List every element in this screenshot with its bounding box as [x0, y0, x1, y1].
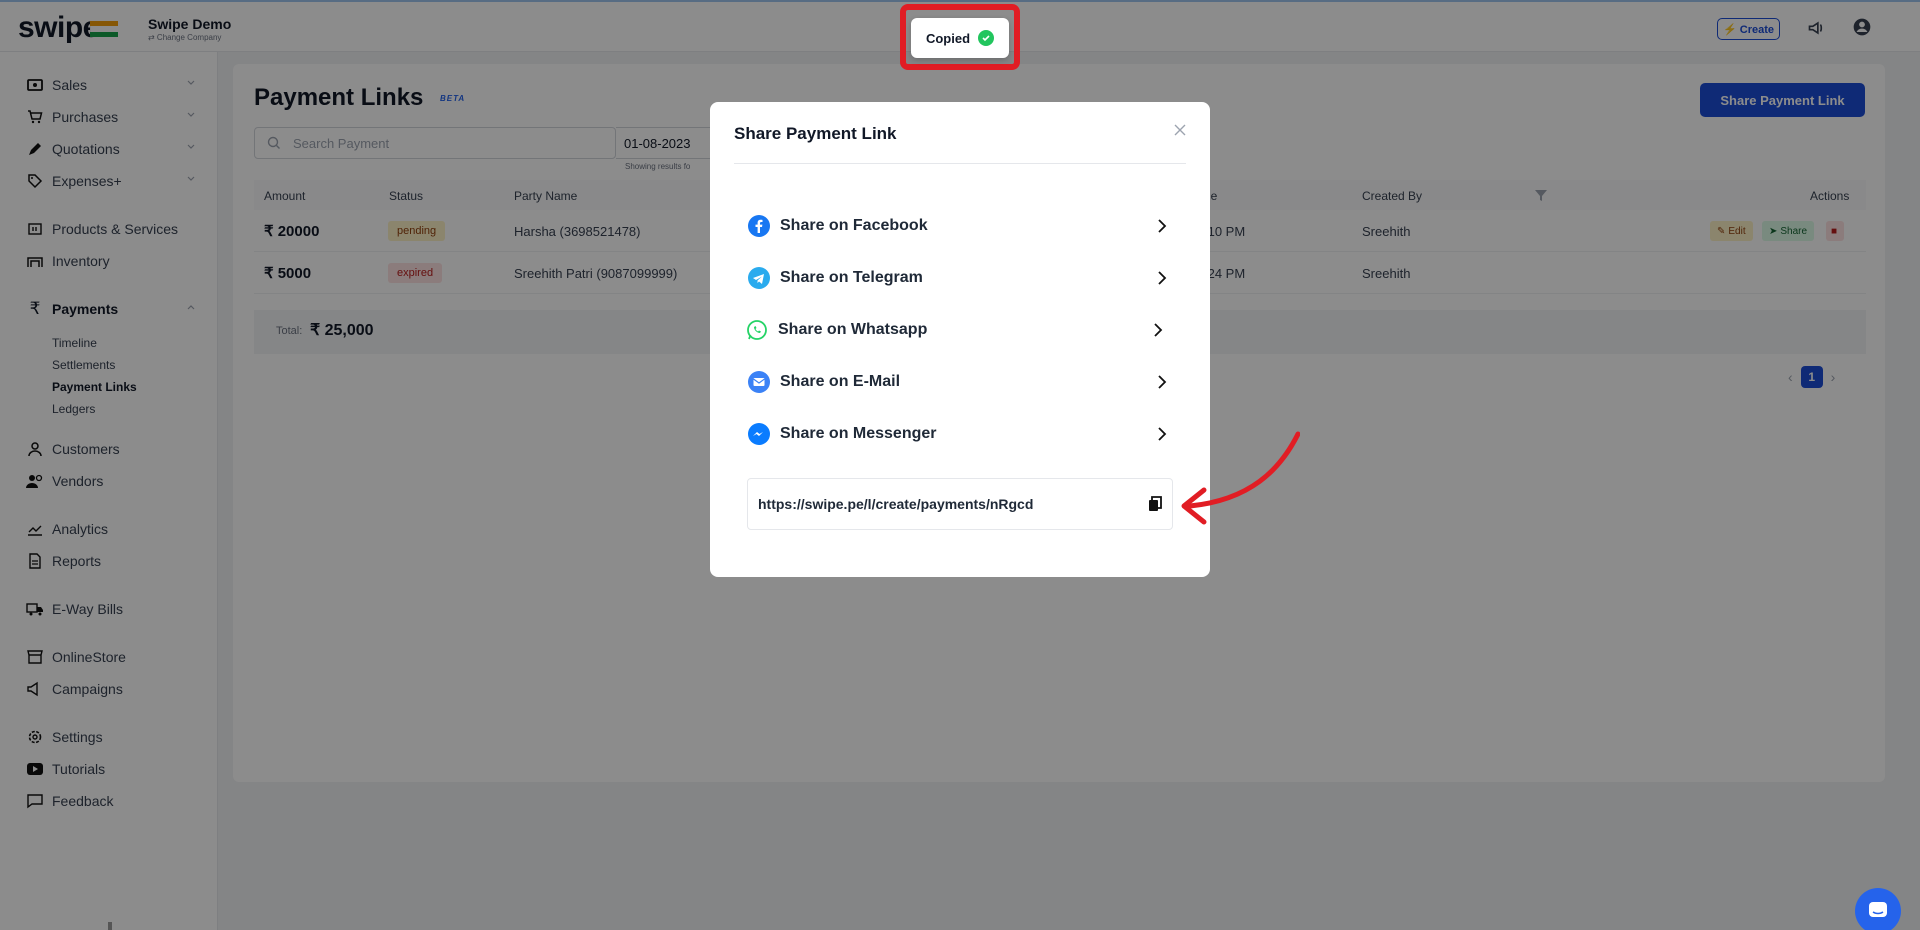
chevron-right-icon — [1158, 427, 1167, 441]
share-option-label: Share on Messenger — [780, 425, 937, 442]
share-messenger-option[interactable]: Share on Messenger — [748, 419, 1170, 449]
payment-link-field[interactable]: https://swipe.pe/l/create/payments/nRgcd — [747, 478, 1173, 530]
share-option-label: Share on Whatsapp — [778, 321, 928, 338]
copy-icon[interactable] — [1146, 495, 1164, 513]
chevron-right-icon — [1158, 219, 1167, 233]
chevron-right-icon — [1158, 375, 1167, 389]
chat-support-button[interactable] — [1855, 888, 1901, 930]
chevron-right-icon — [1154, 323, 1163, 337]
modal-title: Share Payment Link — [734, 124, 897, 143]
modal-divider — [734, 163, 1186, 164]
chat-icon — [1869, 902, 1887, 917]
copied-toast: Copied — [911, 18, 1009, 58]
share-payment-link-modal: Share Payment Link Share on Facebook Sha… — [710, 102, 1210, 577]
close-icon[interactable] — [1172, 122, 1188, 138]
share-email-option[interactable]: Share on E-Mail — [748, 367, 1170, 397]
sidebar-collapse-handle[interactable] — [108, 922, 112, 930]
annotation-arrow-icon — [1181, 431, 1300, 525]
chevron-right-icon — [1158, 271, 1167, 285]
payment-link-text: https://swipe.pe/l/create/payments/nRgcd — [758, 496, 1034, 512]
share-facebook-option[interactable]: Share on Facebook — [748, 211, 1170, 241]
share-option-label: Share on Facebook — [780, 217, 928, 234]
facebook-icon — [748, 215, 770, 237]
check-circle-icon — [978, 30, 995, 46]
email-icon — [748, 371, 770, 393]
toast-label: Copied — [925, 30, 971, 46]
share-option-label: Share on E-Mail — [780, 373, 901, 390]
whatsapp-icon — [747, 320, 767, 340]
telegram-icon — [748, 267, 770, 289]
share-option-label: Share on Telegram — [780, 269, 923, 286]
share-whatsapp-option[interactable]: Share on Whatsapp — [746, 315, 1168, 345]
messenger-icon — [748, 423, 770, 445]
share-telegram-option[interactable]: Share on Telegram — [748, 263, 1170, 293]
